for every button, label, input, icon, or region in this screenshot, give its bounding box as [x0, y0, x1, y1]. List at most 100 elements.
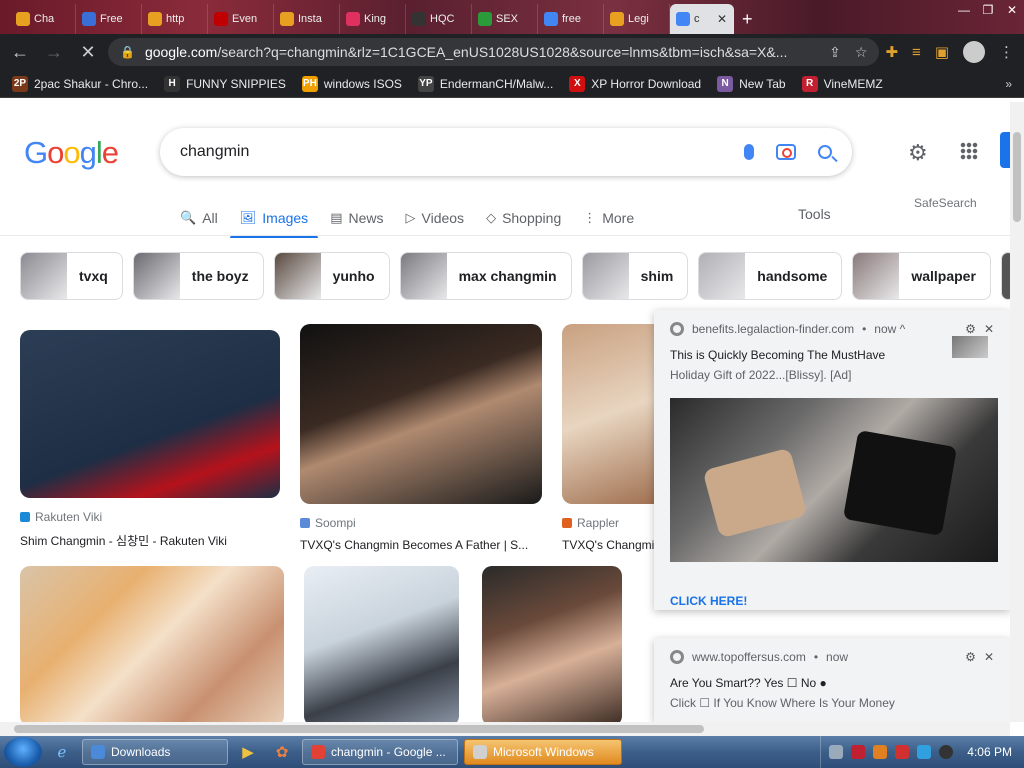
extensions-puzzle-icon[interactable]: ✚	[885, 43, 898, 61]
browser-tab[interactable]: Legi	[604, 4, 670, 34]
browser-tab[interactable]: HQC	[406, 4, 472, 34]
address-bar[interactable]: 🔒 google.com/search?q=changmin&rlz=1C1GC…	[108, 38, 880, 66]
image-result[interactable]	[482, 566, 622, 722]
back-arrow-icon[interactable]: ←	[6, 38, 34, 66]
settings-gear-icon[interactable]: ⚙	[908, 140, 928, 166]
close-window-icon[interactable]: ✕	[1000, 0, 1024, 20]
related-search-chip[interactable]: yunho	[273, 252, 390, 300]
result-image[interactable]	[300, 324, 542, 504]
result-source[interactable]: Rakuten Viki	[20, 510, 280, 524]
close-tab-icon[interactable]: ✕	[717, 12, 727, 26]
related-search-chip[interactable]	[1000, 252, 1010, 300]
notification-close-icon[interactable]: ✕	[984, 322, 994, 336]
active-tab[interactable]: c ✕	[670, 4, 734, 34]
tab-videos[interactable]: ▷ Videos	[406, 204, 465, 232]
lock-icon[interactable]: 🔒	[120, 45, 135, 59]
bookmark-item[interactable]: 2P 2pac Shakur - Chro...	[12, 75, 148, 92]
taskbar-button-microsoft-windows[interactable]: Microsoft Windows	[464, 739, 622, 765]
notification-title[interactable]: Are You Smart?? Yes ☐ No ●	[670, 676, 994, 690]
notification-settings-icon[interactable]: ⚙	[965, 650, 976, 664]
browser-tab[interactable]: King	[340, 4, 406, 34]
related-search-chip[interactable]: the boyz	[132, 252, 264, 300]
related-search-chip[interactable]: handsome	[698, 252, 843, 300]
maximize-icon[interactable]: ❐	[976, 0, 1000, 20]
tray-antivirus-icon[interactable]	[851, 745, 866, 759]
menu-dots-icon[interactable]: ⋮	[999, 43, 1014, 61]
bookmark-item[interactable]: X XP Horror Download	[569, 75, 701, 92]
related-search-chip[interactable]: shim	[581, 252, 689, 300]
image-result[interactable]: Soompi TVXQ's Changmin Becomes A Father …	[300, 324, 542, 552]
result-image[interactable]	[562, 324, 658, 504]
microphone-icon[interactable]	[744, 144, 754, 160]
tray-flag-icon[interactable]	[895, 745, 910, 759]
tray-record-icon[interactable]	[939, 745, 954, 759]
image-result[interactable]: Rappler TVXQ's Changmi	[562, 324, 658, 552]
browser-tab[interactable]: http	[142, 4, 208, 34]
tab-news[interactable]: ▤ News	[330, 204, 383, 232]
tab-shopping[interactable]: ◇ Shopping	[486, 204, 561, 232]
internet-explorer-icon[interactable]: ℯ	[48, 739, 76, 765]
browser-tab[interactable]: Cha	[10, 4, 76, 34]
result-title[interactable]: TVXQ's Changmin Becomes A Father | S...	[300, 538, 542, 552]
vertical-scrollbar[interactable]	[1010, 102, 1024, 722]
bookmark-item[interactable]: N New Tab	[717, 75, 786, 92]
taskbar-button-downloads[interactable]: Downloads	[82, 739, 228, 765]
google-logo[interactable]: Google	[24, 135, 119, 171]
camera-lens-icon[interactable]	[776, 144, 796, 160]
related-search-chip[interactable]: tvxq	[20, 252, 123, 300]
click-here-button[interactable]: CLICK HERE!	[670, 594, 994, 608]
media-player-icon[interactable]: ▶	[234, 739, 262, 765]
new-tab-button[interactable]: +	[734, 4, 761, 34]
tab-images[interactable]: 🖼 Images	[229, 204, 319, 238]
tab-more[interactable]: ⋮ More	[583, 204, 634, 232]
share-icon[interactable]: ⇪	[829, 44, 841, 61]
stop-loading-icon[interactable]: ✕	[74, 38, 102, 66]
result-image[interactable]	[20, 566, 284, 722]
result-image[interactable]	[20, 330, 280, 498]
browser-tab[interactable]: free	[538, 4, 604, 34]
tray-network-icon[interactable]	[829, 745, 844, 759]
browser-tab[interactable]: Free	[76, 4, 142, 34]
related-search-chip[interactable]: max changmin	[399, 252, 572, 300]
google-apps-icon[interactable]	[960, 142, 978, 160]
profile-avatar-icon[interactable]	[963, 41, 985, 63]
url-text[interactable]: google.com/search?q=changmin&rlz=1C1GCEA…	[145, 44, 819, 60]
notification-title[interactable]: This is Quickly Becoming The MustHave	[670, 348, 994, 362]
side-panel-icon[interactable]: ▣	[935, 43, 949, 61]
result-source[interactable]: Rappler	[562, 516, 658, 530]
search-icon[interactable]	[818, 145, 832, 159]
reading-list-icon[interactable]: ≡	[912, 44, 921, 61]
result-image[interactable]	[482, 566, 622, 722]
sign-in-button[interactable]	[1000, 132, 1010, 168]
bookmark-item[interactable]: H FUNNY SNIPPIES	[164, 75, 286, 92]
tray-search-icon[interactable]	[873, 745, 888, 759]
image-result[interactable]	[20, 566, 284, 722]
minimize-icon[interactable]: —	[952, 0, 976, 20]
taskbar-button-chrome[interactable]: changmin - Google ...	[302, 739, 458, 765]
notification-image[interactable]	[670, 398, 998, 562]
forward-arrow-icon[interactable]: →	[40, 38, 68, 66]
image-result[interactable]: Rakuten Viki Shim Changmin - 심창민 - Rakut…	[20, 330, 280, 549]
tab-all[interactable]: 🔍 All	[180, 204, 218, 232]
scrollbar-thumb[interactable]	[1013, 132, 1021, 222]
start-button[interactable]	[4, 737, 42, 767]
paint-icon[interactable]: ✿	[268, 739, 296, 765]
notification-close-icon[interactable]: ✕	[984, 650, 994, 664]
browser-tab[interactable]: SEX	[472, 4, 538, 34]
horizontal-scrollbar[interactable]	[0, 722, 1010, 736]
browser-tab[interactable]: Even	[208, 4, 274, 34]
web-notification-ad[interactable]: www.topoffersus.com • now ⚙ ✕ Are You Sm…	[654, 638, 1010, 722]
web-notification-ad[interactable]: benefits.legalaction-finder.com • now ^ …	[654, 310, 1010, 610]
notification-settings-icon[interactable]: ⚙	[965, 322, 976, 336]
image-result[interactable]	[304, 566, 459, 722]
bookmarks-overflow-icon[interactable]: »	[1005, 77, 1012, 91]
notification-subtitle[interactable]: Holiday Gift of 2022...[Blissy]. [Ad]	[670, 368, 994, 382]
tray-display-icon[interactable]	[917, 745, 932, 759]
bookmark-star-icon[interactable]: ☆	[855, 44, 868, 61]
safesearch-button[interactable]: SafeSearch	[914, 196, 977, 210]
notification-subtitle[interactable]: Click ☐ If You Know Where Is Your Money	[670, 696, 994, 710]
result-title[interactable]: TVXQ's Changmi	[562, 538, 658, 552]
result-title[interactable]: Shim Changmin - 심창민 - Rakuten Viki	[20, 532, 280, 549]
search-box[interactable]: changmin	[160, 128, 852, 176]
taskbar-clock[interactable]: 4:06 PM	[967, 745, 1012, 759]
